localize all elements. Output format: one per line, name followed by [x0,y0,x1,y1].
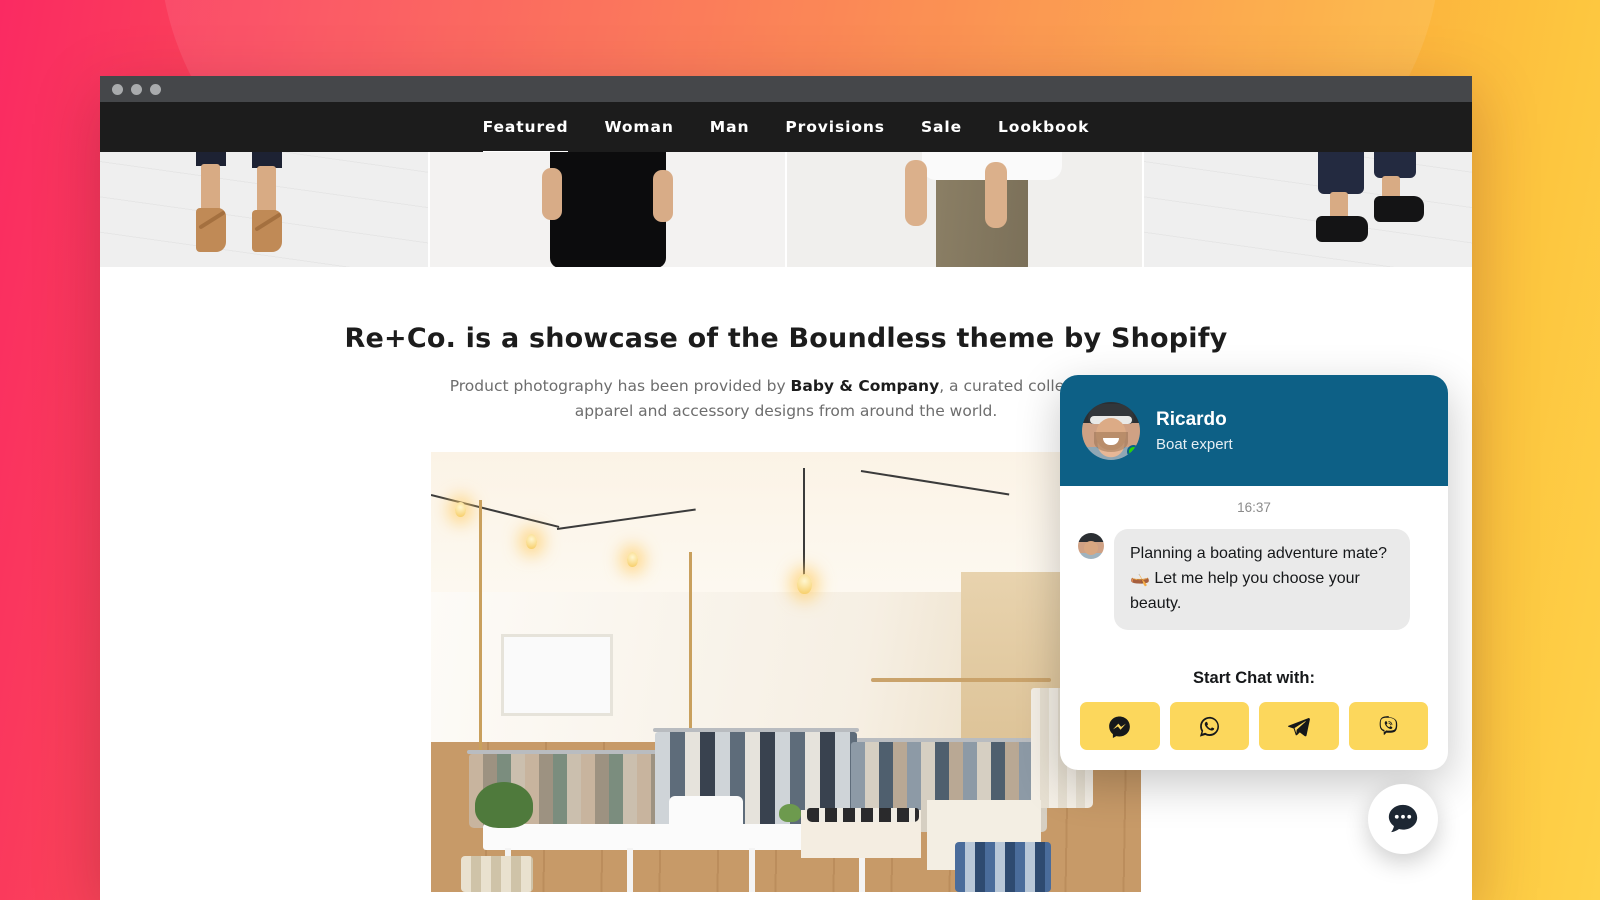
whatsapp-icon [1199,716,1219,737]
subtext-lead: Product photography has been provided by [449,377,791,395]
leg-left [201,164,220,214]
chat-bubble-dots-icon [1388,804,1418,833]
store-photo[interactable] [431,452,1141,893]
arm-left [905,160,927,226]
hero-image-3[interactable] [787,152,1142,267]
agent-role: Boat expert [1156,436,1233,454]
navy-trouser-left [1318,152,1364,194]
telegram-button[interactable] [1259,702,1339,750]
telegram-icon [1288,717,1311,736]
table-leg-2 [627,848,633,893]
online-status-indicator [1127,444,1140,458]
message-timestamp: 16:37 [1237,500,1271,515]
message-avatar [1078,533,1104,559]
channel-button-row [1080,702,1428,750]
site-navigation: Featured Woman Man Provisions Sale Lookb… [100,102,1472,154]
textile-basket-right [955,842,1051,893]
black-trousers [549,152,666,267]
nav-item-provisions[interactable]: Provisions [767,102,903,152]
viber-button[interactable] [1348,702,1428,750]
nav-item-featured[interactable]: Featured [465,102,587,154]
hand-right [653,170,673,222]
bulb-2 [526,534,537,550]
page-title: Re+Co. is a showcase of the Boundless th… [344,323,1228,354]
potted-plant [475,782,533,829]
table-box [669,796,743,831]
start-chat-label: Start Chat with: [1193,669,1315,687]
chat-conversation: 16:37 Planning a boating adventure mate?… [1060,486,1448,665]
nav-item-man[interactable]: Man [692,102,768,152]
hero-image-4[interactable] [1144,152,1472,267]
pendant-bulb [797,574,812,595]
shoes-on-shelf [807,808,919,823]
nav-item-lookbook[interactable]: Lookbook [980,102,1107,152]
hero-image-2[interactable] [430,152,785,267]
bulb-1 [455,502,466,518]
nav-item-sale[interactable]: Sale [903,102,980,152]
hero-image-1[interactable] [100,152,428,267]
textile-basket-left [461,856,533,893]
chat-widget: Ricardo Boat expert 16:37 Planning a boa… [1060,375,1448,770]
viber-icon [1379,715,1397,735]
browser-titlebar [100,76,1472,102]
hand-left [542,168,562,220]
messenger-button[interactable] [1080,702,1160,750]
bulb-3 [627,552,638,568]
message-row: Planning a boating adventure mate? 🛶 Let… [1078,529,1430,631]
chat-widget-footer: Start Chat with: [1060,665,1448,770]
rack-pole-1 [479,500,482,751]
pendant-cord [803,468,805,577]
nav-item-woman[interactable]: Woman [586,102,691,152]
maximize-dot[interactable] [150,83,161,95]
page-subtext: Product photography has been provided by… [446,374,1126,424]
table-leg-3 [749,848,755,893]
chat-widget-header: Ricardo Boat expert [1060,375,1448,486]
minimize-dot[interactable] [131,83,142,95]
whatsapp-button[interactable] [1169,702,1249,750]
close-dot[interactable] [112,83,123,95]
subtext-link[interactable]: Baby & Company [791,377,940,395]
messenger-icon [1109,715,1131,738]
arm-right [985,162,1007,228]
rack-bar-upper [871,678,1051,683]
oxford-shoe-right [1374,196,1424,222]
agent-name: Ricardo [1156,408,1227,430]
message-bubble: Planning a boating adventure mate? 🛶 Let… [1114,529,1410,631]
navy-trouser-right [1374,152,1416,178]
hero-image-strip [100,152,1472,267]
oxford-shoe-left [1316,216,1368,242]
chat-launcher-button[interactable] [1368,784,1438,854]
wall-art-frame [501,634,613,717]
agent-avatar [1082,401,1140,460]
leg-right [257,166,276,216]
agent-info: Ricardo Boat expert [1156,408,1233,454]
small-plant [779,804,801,823]
